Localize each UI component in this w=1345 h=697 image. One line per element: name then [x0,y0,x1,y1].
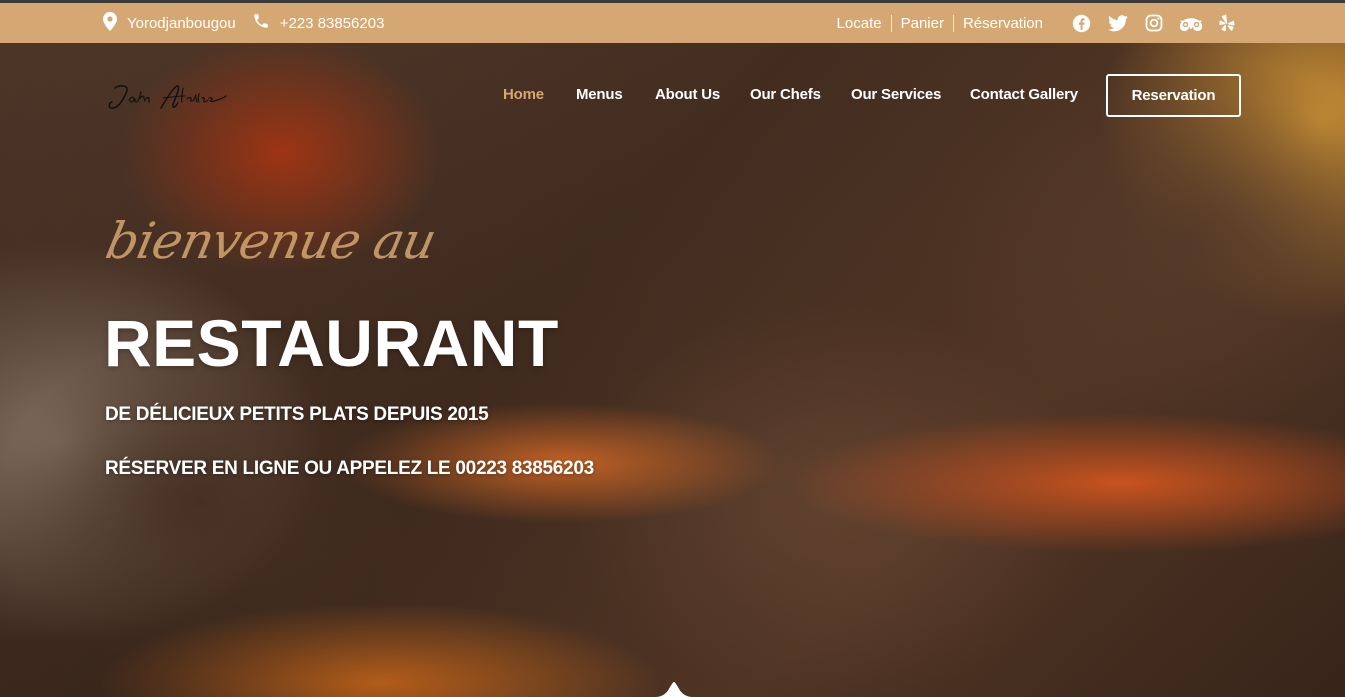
nav-item-contact-gallery[interactable]: Contact Gallery [970,86,1078,103]
hero-script-heading: bienvenue au [100,212,441,270]
nav-item-home[interactable]: Home [503,86,544,103]
nav-item-our-services[interactable]: Our Services [851,86,941,103]
map-pin-icon [103,11,117,35]
contact-info: Yorodjanbougou +223 83856203 [103,3,392,43]
panier-link[interactable]: Panier [892,15,953,32]
phone-info: +223 83856203 [252,12,385,34]
phone-text[interactable]: +223 83856203 [280,15,385,32]
nav-item-our-chefs[interactable]: Our Chefs [750,86,821,103]
hero-title: RESTAURANT [104,306,559,380]
location-text: Yorodjanbougou [127,14,236,32]
social-links [1072,14,1235,33]
yelp-icon[interactable] [1219,14,1235,33]
top-info-bar: Yorodjanbougou +223 83856203 Locate Pani… [0,0,1345,43]
reservation-button[interactable]: Reservation [1106,74,1241,117]
topbar-links: Locate Panier Réservation [828,14,1052,32]
tripadvisor-icon[interactable] [1180,15,1202,31]
twitter-icon[interactable] [1108,14,1128,32]
hero-call-to-action: RÉSERVER EN LIGNE OU APPELEZ LE 00223 83… [105,458,594,479]
scroll-down-indicator[interactable] [655,676,693,697]
location-info: Yorodjanbougou [103,11,236,35]
instagram-icon[interactable] [1145,14,1163,32]
topbar-right: Locate Panier Réservation [828,3,1235,43]
facebook-icon[interactable] [1072,14,1091,33]
locate-link[interactable]: Locate [828,15,891,32]
nav-item-menus[interactable]: Menus [576,86,623,103]
nav-item-about-us[interactable]: About Us [655,86,720,103]
reservation-link[interactable]: Réservation [954,15,1052,32]
hero-subtitle: DE DÉLICIEUX PETITS PLATS DEPUIS 2015 [105,404,489,425]
phone-icon [252,12,270,34]
